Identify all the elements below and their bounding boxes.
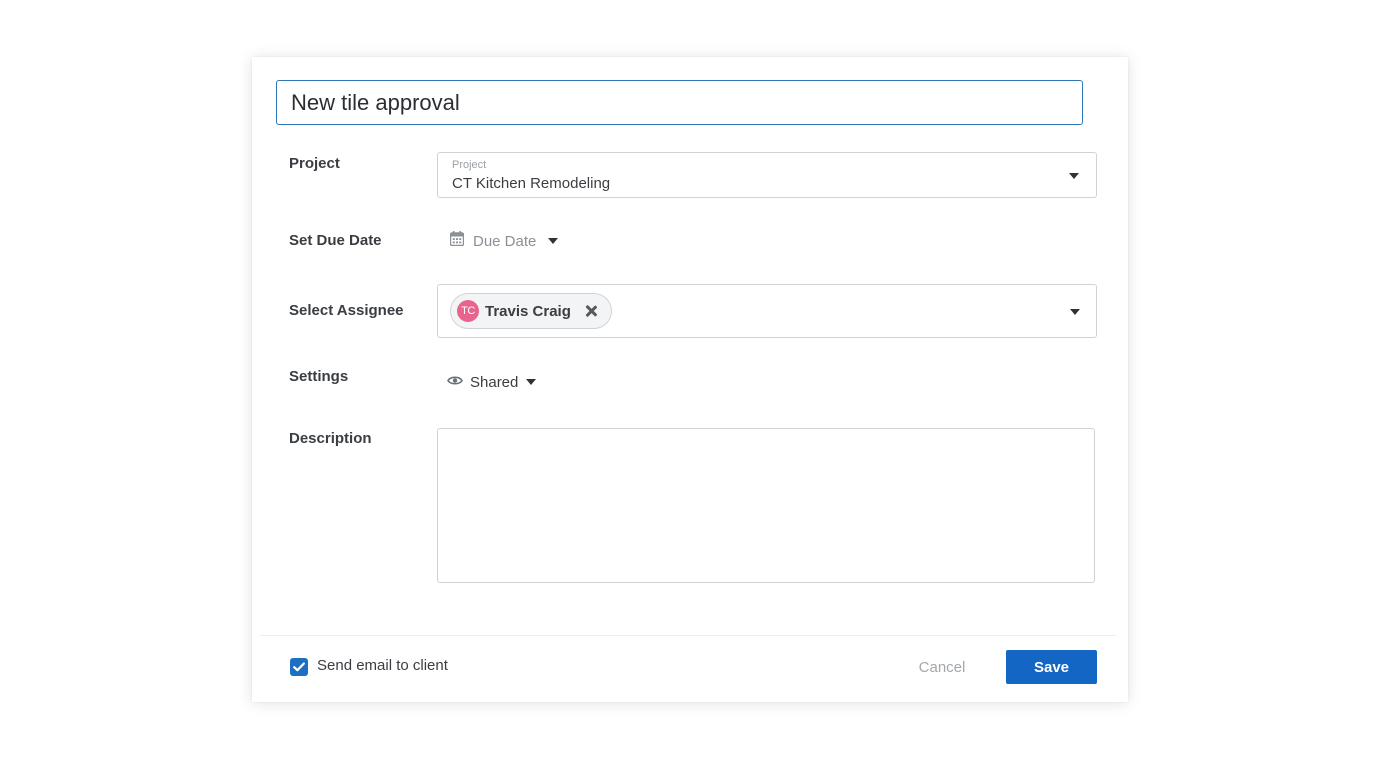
due-date-value: Due Date xyxy=(473,232,537,250)
task-title-input[interactable] xyxy=(276,80,1083,125)
checkmark-icon xyxy=(293,662,305,672)
avatar: TC xyxy=(457,300,479,322)
eye-icon xyxy=(447,373,463,391)
project-select[interactable]: Project CT Kitchen Remodeling xyxy=(437,152,1097,198)
calendar-icon xyxy=(449,231,465,251)
due-date-picker[interactable]: Due Date xyxy=(449,230,559,252)
visibility-value: Shared xyxy=(470,373,519,391)
chevron-down-icon xyxy=(1069,173,1079,179)
send-email-label: Send email to client xyxy=(317,657,448,674)
cancel-button[interactable]: Cancel xyxy=(906,650,978,684)
footer-divider xyxy=(260,635,1116,636)
save-button[interactable]: Save xyxy=(1006,650,1097,684)
task-dialog: Project Project CT Kitchen Remodeling Se… xyxy=(252,57,1128,702)
assignee-chip-name: Travis Craig xyxy=(485,302,571,320)
description-label: Description xyxy=(289,430,372,447)
chevron-down-icon xyxy=(1070,309,1080,315)
description-textarea[interactable] xyxy=(437,428,1095,583)
settings-label: Settings xyxy=(289,368,349,385)
chevron-down-icon xyxy=(548,238,559,244)
visibility-setting-dropdown[interactable]: Shared xyxy=(447,371,537,393)
due-date-label: Set Due Date xyxy=(289,232,382,249)
chevron-down-icon xyxy=(526,379,537,385)
assignee-chip: TC Travis Craig xyxy=(450,293,612,329)
project-label: Project xyxy=(289,155,340,172)
project-field-label: Project xyxy=(452,159,487,171)
project-value: CT Kitchen Remodeling xyxy=(452,175,611,192)
remove-assignee-icon[interactable] xyxy=(585,305,597,317)
assignee-select[interactable]: TC Travis Craig xyxy=(437,284,1097,338)
send-email-checkbox[interactable] xyxy=(290,658,308,676)
assignee-label: Select Assignee xyxy=(289,302,404,319)
